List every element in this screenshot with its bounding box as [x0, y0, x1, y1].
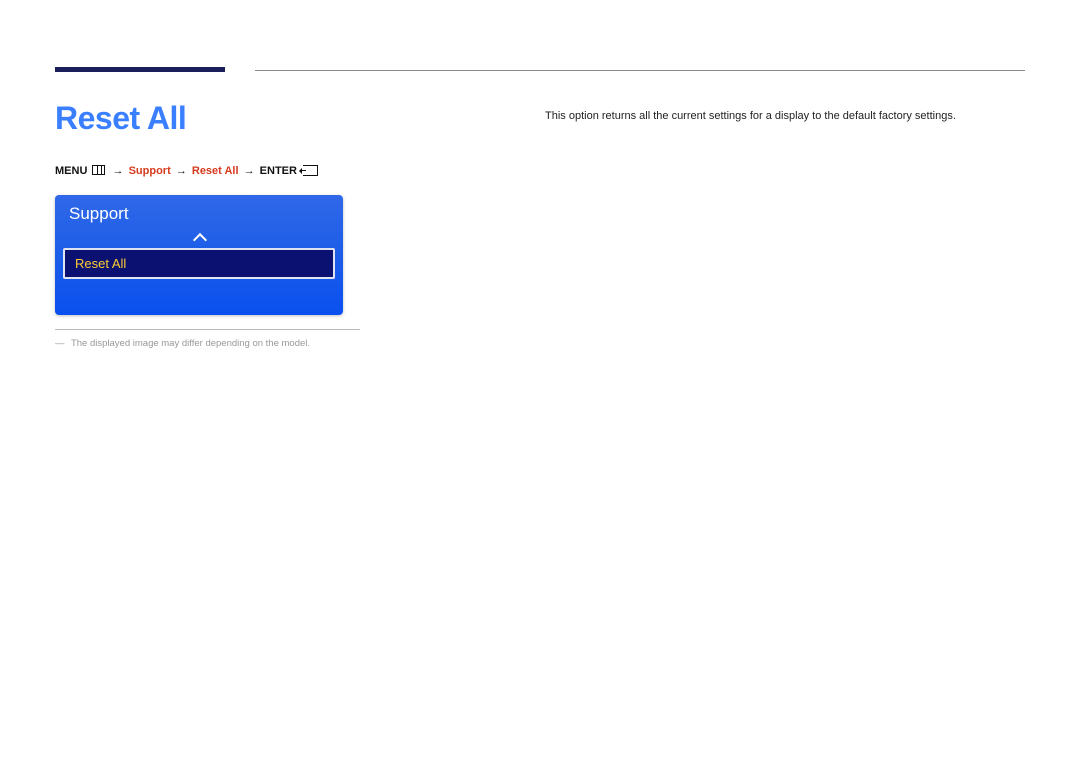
note-text: The displayed image may differ depending…: [71, 338, 310, 349]
right-column: This option returns all the current sett…: [545, 100, 1025, 349]
section-accent-bar: [55, 67, 225, 72]
breadcrumb: MENU → Support → Reset All → ENTER: [55, 165, 395, 177]
osd-scroll-up[interactable]: [55, 230, 343, 248]
note: ― The displayed image may differ dependi…: [55, 338, 395, 349]
note-divider: [55, 329, 360, 330]
arrow-icon: →: [113, 165, 124, 177]
note-dash: ―: [55, 338, 65, 349]
document-page: Reset All MENU → Support → Reset All → E…: [0, 0, 1080, 404]
description-text: This option returns all the current sett…: [545, 108, 1025, 125]
page-title: Reset All: [55, 100, 395, 137]
breadcrumb-segment-support: Support: [129, 165, 171, 177]
breadcrumb-enter-label: ENTER: [260, 165, 297, 177]
osd-empty-space: [55, 287, 343, 315]
osd-panel: Support Reset All: [55, 195, 343, 315]
arrow-icon: →: [244, 165, 255, 177]
menu-icon: [92, 165, 105, 175]
breadcrumb-segment-resetall: Reset All: [192, 165, 239, 177]
left-column: Reset All MENU → Support → Reset All → E…: [55, 100, 395, 349]
section-divider-line: [255, 70, 1025, 71]
arrow-icon: →: [176, 165, 187, 177]
osd-item-reset-all[interactable]: Reset All: [63, 248, 335, 279]
content-wrapper: Reset All MENU → Support → Reset All → E…: [55, 100, 1025, 349]
breadcrumb-menu-label: MENU: [55, 165, 87, 177]
osd-header: Support: [55, 195, 343, 230]
chevron-up-icon: [192, 230, 206, 244]
enter-icon: [303, 165, 318, 176]
